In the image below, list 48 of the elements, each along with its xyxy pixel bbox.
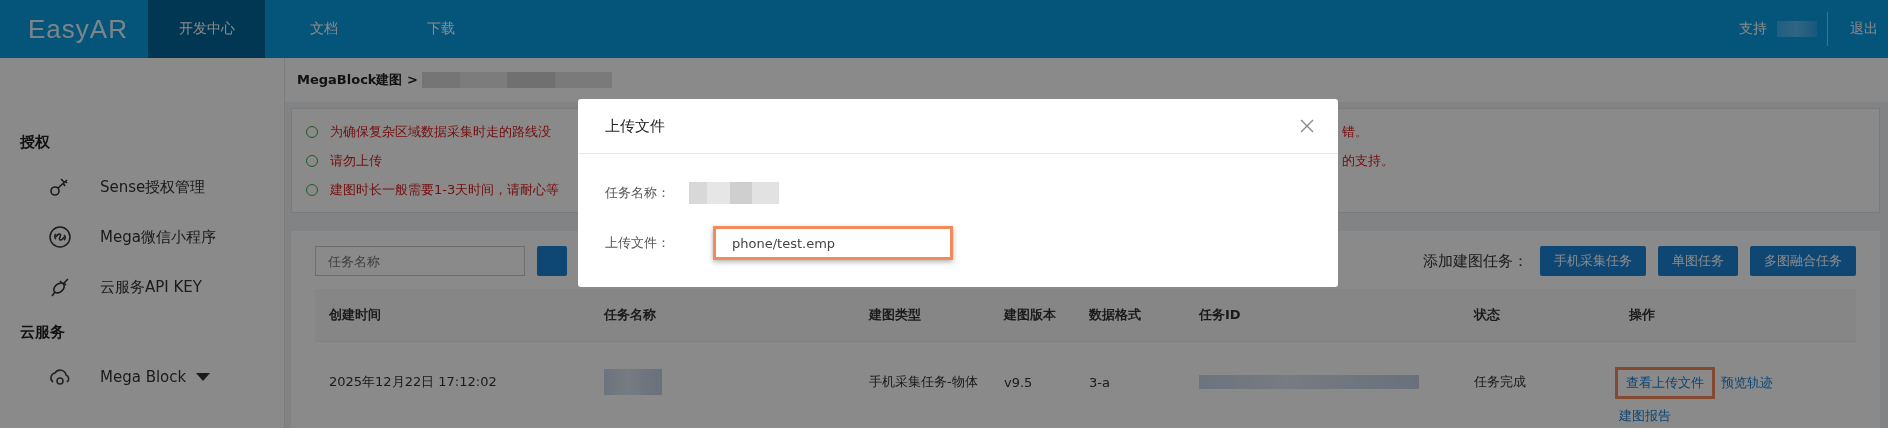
column-header: 操作 xyxy=(1628,306,1656,324)
column-header: 任务名称 xyxy=(602,306,657,324)
file-field[interactable]: phone/test.emp xyxy=(713,226,953,260)
close-icon[interactable] xyxy=(1300,119,1314,133)
column-header: 状态 xyxy=(1472,306,1501,324)
action-link[interactable]: 查看上传文件 xyxy=(1615,367,1715,399)
support-link[interactable]: 支持 xyxy=(1729,0,1777,58)
table-cell: 2025年12月22日 17:12:02 xyxy=(329,373,497,391)
field-label: 任务名称： xyxy=(605,184,671,202)
sidebar-item[interactable]: Mega微信小程序 xyxy=(0,212,284,262)
column-header: 创建时间 xyxy=(328,306,382,324)
search-field[interactable]: 任务名称 xyxy=(315,246,525,276)
logout-link[interactable]: 退出 xyxy=(1840,0,1888,58)
action-link[interactable]: 建图报告 xyxy=(1615,403,1675,428)
column-header: 任务ID xyxy=(1197,306,1242,324)
column-header: 建图版本 xyxy=(1002,306,1057,324)
sidebar-item[interactable]: Sense授权管理 xyxy=(0,162,284,212)
add-task-button[interactable]: 多图融合任务 xyxy=(1750,246,1856,276)
notice-text: 请勿上传 xyxy=(330,151,382,170)
notice-text: 建图时长一般需要1-3天时间，请耐心等 xyxy=(330,180,560,199)
plug-icon xyxy=(48,275,72,299)
sidebar-item[interactable]: 云服务API KEY xyxy=(0,262,284,312)
nav-tab[interactable]: 下载 xyxy=(382,0,499,58)
logo[interactable]: EasyAR xyxy=(0,0,148,58)
add-task-label: 添加建图任务： xyxy=(1423,251,1528,271)
nav-tab[interactable]: 文档 xyxy=(265,0,382,58)
blurred-username xyxy=(1777,21,1817,37)
column-header: 建图类型 xyxy=(867,306,922,324)
section-title: 授权 xyxy=(19,132,51,153)
notice-text: 的支持。 xyxy=(1342,151,1394,170)
add-task-button[interactable]: 单图任务 xyxy=(1658,246,1738,276)
action-link[interactable]: 预览轨迹 xyxy=(1717,370,1777,396)
link-icon xyxy=(48,225,72,249)
add-task-button[interactable]: 手机采集任务 xyxy=(1540,246,1646,276)
notice-text: 为确保复杂区域数据采集时走的路线没 xyxy=(330,122,551,141)
nav-tab[interactable]: 开发中心 xyxy=(148,0,265,58)
field-label: 上传文件： xyxy=(605,234,671,252)
table-cell: v9.5 xyxy=(1004,374,1033,390)
table-cell: 手机采集任务-物体 xyxy=(869,373,978,391)
table-cell: 3-a xyxy=(1089,374,1110,390)
dialog-title: 上传文件 xyxy=(605,116,665,136)
breadcrumb[interactable]: MegaBlock建图 > xyxy=(297,71,418,89)
notice-text: 错。 xyxy=(1342,122,1368,141)
table-cell: 任务完成 xyxy=(1474,373,1526,391)
sidebar-item[interactable]: Mega Block xyxy=(0,352,284,402)
section-title: 云服务 xyxy=(19,322,66,343)
blurred-text xyxy=(604,369,662,395)
column-header: 数据格式 xyxy=(1088,306,1142,324)
